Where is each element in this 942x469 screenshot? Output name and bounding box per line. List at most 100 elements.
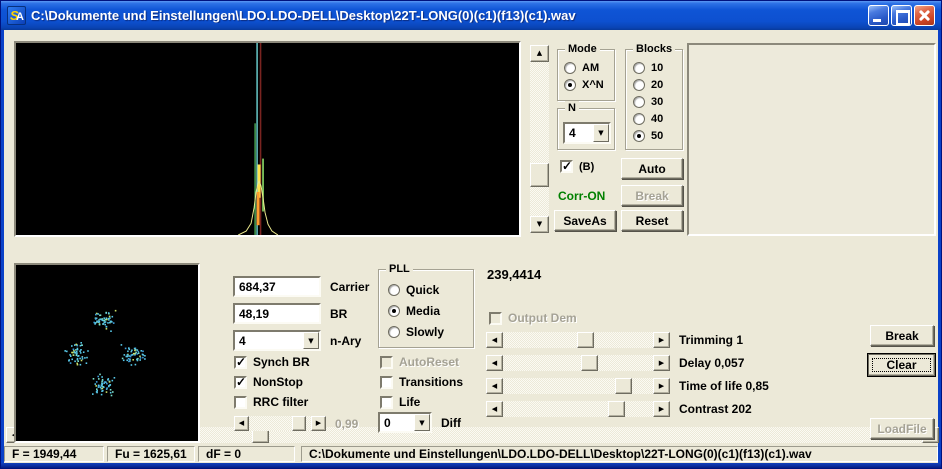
trimming-label: Trimming 1 <box>679 333 744 347</box>
life-checkbox[interactable]: Life <box>380 395 420 409</box>
time-of-life-label: Time of life 0,85 <box>679 379 769 393</box>
frequency-readout: 239,4414 <box>487 267 542 282</box>
checkbox-icon <box>380 355 393 369</box>
synch-br-checkbox[interactable]: Synch BR <box>234 355 310 369</box>
trimming-slider[interactable]: ◀ ▶ <box>486 332 670 348</box>
slider-thumb[interactable] <box>577 332 595 348</box>
arrow-right-icon[interactable]: ▶ <box>653 332 670 348</box>
arrow-right-icon[interactable]: ▶ <box>311 416 326 431</box>
blocks-option-50[interactable]: 50 <box>633 130 663 142</box>
arrow-right-icon[interactable]: ▶ <box>653 355 670 371</box>
checkbox-icon <box>560 159 573 173</box>
br-input[interactable]: 48,19 <box>233 303 321 324</box>
rrc-filter-checkbox[interactable]: RRC filter <box>234 395 308 409</box>
minimize-button[interactable] <box>868 5 889 26</box>
mode-option-am[interactable]: AM <box>564 62 599 74</box>
pll-group-title: PLL <box>386 262 413 276</box>
arrow-left-icon[interactable]: ◀ <box>486 401 503 417</box>
radio-icon <box>388 326 400 338</box>
slider-thumb[interactable] <box>581 355 599 371</box>
nonstop-checkbox[interactable]: NonStop <box>234 375 303 389</box>
clear-button[interactable]: Clear <box>867 353 936 377</box>
blocks-group: Blocks 10 20 30 40 50 <box>625 42 683 150</box>
checkbox-icon <box>380 375 393 389</box>
arrow-left-icon[interactable]: ◀ <box>486 378 503 394</box>
time-of-life-slider-row: ◀ ▶ Time of life 0,85 <box>486 378 769 394</box>
spectrum-plot <box>238 43 279 235</box>
carrier-input[interactable]: 684,37 <box>233 276 321 297</box>
n-select[interactable]: 4 ▼ <box>563 122 611 144</box>
trimming-slider-row: ◀ ▶ Trimming 1 <box>486 332 743 348</box>
b-checkbox[interactable]: (B) <box>560 159 594 173</box>
slider-thumb[interactable] <box>292 416 307 431</box>
blocks-option-40[interactable]: 40 <box>633 113 663 125</box>
app-window: S A C:\Dokumente und Einstellungen\LDO.L… <box>0 0 942 469</box>
checkbox-icon <box>380 395 393 409</box>
spectrum-vertical-scrollbar[interactable]: ▲ ▼ <box>530 45 549 233</box>
status-fu: Fu = 1625,61 <box>107 446 195 462</box>
diff-select[interactable]: 0 ▼ <box>378 412 432 433</box>
chevron-down-icon[interactable]: ▼ <box>414 414 430 431</box>
window-bottom-border <box>1 463 941 468</box>
n-group-title: N <box>565 101 579 115</box>
break-top-button[interactable]: Break <box>621 185 683 206</box>
contrast-label: Contrast 202 <box>679 402 752 416</box>
transitions-checkbox[interactable]: Transitions <box>380 375 463 389</box>
break-button[interactable]: Break <box>870 325 934 346</box>
arrow-left-icon[interactable]: ◀ <box>234 416 249 431</box>
title-bar[interactable]: S A C:\Dokumente und Einstellungen\LDO.L… <box>1 1 941 30</box>
rrc-slider-row: ◀ ▶ 0,99 <box>234 416 358 431</box>
arrow-left-icon[interactable]: ◀ <box>486 355 503 371</box>
close-button[interactable] <box>914 5 935 26</box>
chevron-down-icon[interactable]: ▼ <box>593 124 609 142</box>
loadfile-button[interactable]: LoadFile <box>870 418 934 439</box>
pll-option-slowly[interactable]: Slowly <box>388 325 444 339</box>
delay-label: Delay 0,057 <box>679 356 745 370</box>
rrc-slider[interactable]: ◀ ▶ <box>234 416 326 431</box>
arrow-right-icon[interactable]: ▶ <box>653 378 670 394</box>
reset-button[interactable]: Reset <box>621 210 683 231</box>
pll-group: PLL Quick Media Slowly <box>378 262 474 348</box>
delay-slider[interactable]: ◀ ▶ <box>486 355 670 371</box>
mode-option-xn[interactable]: X^N <box>564 79 604 91</box>
arrow-down-icon[interactable]: ▼ <box>530 216 549 233</box>
constellation-display[interactable] <box>14 263 200 443</box>
spectrum-display[interactable] <box>14 41 521 237</box>
radio-icon <box>633 79 645 91</box>
saveas-button[interactable]: SaveAs <box>554 210 616 231</box>
radio-icon <box>388 284 400 296</box>
pll-option-quick[interactable]: Quick <box>388 283 439 297</box>
time-of-life-slider[interactable]: ◀ ▶ <box>486 378 670 394</box>
nary-select[interactable]: 4 ▼ <box>233 330 321 351</box>
arrow-left-icon[interactable]: ◀ <box>486 332 503 348</box>
radio-icon <box>388 305 400 317</box>
client-area: ▲ ▼ Mode AM X^N Blocks 10 20 30 40 50 N … <box>4 30 939 468</box>
slider-thumb[interactable] <box>614 378 632 394</box>
chevron-down-icon[interactable]: ▼ <box>303 332 319 349</box>
autoreset-checkbox[interactable]: AutoReset <box>380 355 459 369</box>
nary-row: 4 ▼ n-Ary <box>233 330 361 351</box>
auto-button[interactable]: Auto <box>621 158 683 179</box>
output-dem-checkbox[interactable]: Output Dem <box>489 311 577 325</box>
status-df: dF = 0 <box>198 446 295 462</box>
arrow-up-icon[interactable]: ▲ <box>530 45 549 62</box>
radio-icon <box>633 62 645 74</box>
pll-option-media[interactable]: Media <box>388 304 440 318</box>
checkbox-icon <box>234 395 247 409</box>
constellation-plot <box>64 309 146 397</box>
delay-slider-row: ◀ ▶ Delay 0,057 <box>486 355 744 371</box>
window-title: C:\Dokumente und Einstellungen\LDO.LDO-D… <box>31 8 576 23</box>
blocks-option-30[interactable]: 30 <box>633 96 663 108</box>
blocks-group-title: Blocks <box>633 42 676 56</box>
arrow-right-icon[interactable]: ▶ <box>653 401 670 417</box>
maximize-button[interactable] <box>891 5 912 26</box>
scroll-thumb[interactable] <box>530 163 549 188</box>
blocks-option-10[interactable]: 10 <box>633 62 663 74</box>
slider-thumb[interactable] <box>608 401 626 417</box>
rrc-value-label: 0,99 <box>335 416 359 431</box>
status-filepath: C:\Dokumente und Einstellungen\LDO.LDO-D… <box>301 446 938 462</box>
blocks-option-20[interactable]: 20 <box>633 79 663 91</box>
status-f: F = 1949,44 <box>4 446 104 462</box>
carrier-label: Carrier <box>330 279 370 294</box>
contrast-slider[interactable]: ◀ ▶ <box>486 401 670 417</box>
